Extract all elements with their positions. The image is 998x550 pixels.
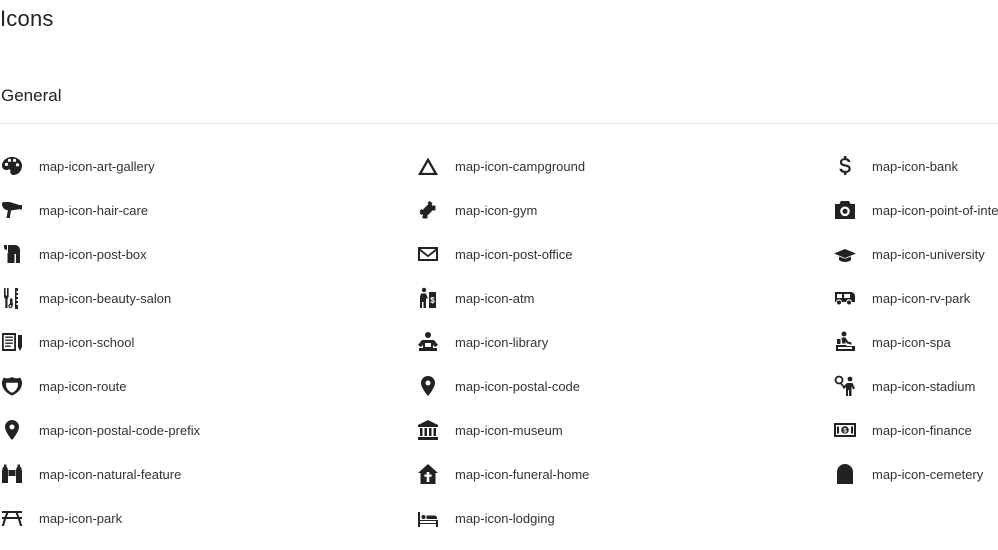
icon-label: map-icon-postal-code — [455, 378, 581, 394]
svg-text:$: $ — [430, 296, 435, 305]
cemetery-icon — [833, 462, 857, 486]
icon-column: map-icon-campground map-icon-gym map-icon-… — [416, 144, 836, 540]
icon-list-item: map-icon-university — [833, 232, 998, 276]
finance-icon: $ — [833, 418, 857, 442]
icon-column: map-icon-bank map-icon-point-of-interest m… — [833, 144, 998, 496]
stadium-icon — [833, 374, 857, 398]
icon-list-item: map-icon-park — [0, 496, 420, 540]
icon-list-item: map-icon-bank — [833, 144, 998, 188]
natural-feature-icon — [0, 462, 24, 486]
icon-list-item: map-icon-stadium — [833, 364, 998, 408]
page-title: Icons — [0, 6, 54, 31]
icon-list-item: $ map-icon-atm — [416, 276, 836, 320]
icon-list-item: map-icon-beauty-salon — [0, 276, 420, 320]
icon-list-item: map-icon-hair-care — [0, 188, 420, 232]
icon-list-item: map-icon-post-box — [0, 232, 420, 276]
library-icon — [416, 330, 440, 354]
icon-label: map-icon-hair-care — [39, 202, 149, 218]
icon-label: map-icon-lodging — [455, 510, 555, 526]
icon-label: map-icon-post-box — [39, 246, 147, 262]
icon-label: map-icon-post-office — [455, 246, 573, 262]
icon-label: map-icon-school — [39, 334, 135, 350]
icon-label: map-icon-library — [455, 334, 549, 350]
svg-text:$: $ — [843, 428, 847, 435]
icon-label: map-icon-route — [39, 378, 127, 394]
art-gallery-icon — [0, 154, 24, 178]
lodging-icon — [416, 506, 440, 530]
bank-icon — [833, 154, 857, 178]
university-icon — [833, 242, 857, 266]
icon-list-item: map-icon-natural-feature — [0, 452, 420, 496]
icon-list-item: map-icon-museum — [416, 408, 836, 452]
icon-list-item: map-icon-post-office — [416, 232, 836, 276]
icon-label: map-icon-natural-feature — [39, 466, 182, 482]
campground-icon — [416, 154, 440, 178]
hair-care-icon — [0, 198, 24, 222]
icons-page: Icons General map-icon-art-gallery map-ic… — [0, 0, 998, 550]
icon-label: map-icon-beauty-salon — [39, 290, 172, 306]
icon-list-item: map-icon-school — [0, 320, 420, 364]
icon-list-item: map-icon-postal-code-prefix — [0, 408, 420, 452]
rv-park-icon — [833, 286, 857, 310]
icon-list-item: map-icon-funeral-home — [416, 452, 836, 496]
section-divider — [0, 123, 998, 124]
museum-icon — [416, 418, 440, 442]
icon-label: map-icon-atm — [455, 290, 535, 306]
beauty-salon-icon — [0, 286, 24, 310]
icon-label: map-icon-cemetery — [872, 466, 984, 482]
postal-code-icon — [416, 374, 440, 398]
icon-label: map-icon-rv-park — [872, 290, 971, 306]
icon-list-item: map-icon-library — [416, 320, 836, 364]
icon-list-item: map-icon-rv-park — [833, 276, 998, 320]
funeral-home-icon — [416, 462, 440, 486]
point-of-interest-icon — [833, 198, 857, 222]
route-icon — [0, 374, 24, 398]
icon-label: map-icon-museum — [455, 422, 563, 438]
post-box-icon — [0, 242, 24, 266]
icon-list-item: map-icon-point-of-interest — [833, 188, 998, 232]
icon-label: map-icon-funeral-home — [455, 466, 590, 482]
icon-label: map-icon-finance — [872, 422, 972, 438]
icon-list-item: map-icon-campground — [416, 144, 836, 188]
park-icon — [0, 506, 24, 530]
icon-label: map-icon-stadium — [872, 378, 976, 394]
icon-label: map-icon-park — [39, 510, 123, 526]
atm-icon: $ — [416, 286, 440, 310]
gym-icon — [416, 198, 440, 222]
icon-label: map-icon-art-gallery — [39, 158, 155, 174]
spa-icon — [833, 330, 857, 354]
icon-label: map-icon-spa — [872, 334, 951, 350]
icon-list-item: map-icon-lodging — [416, 496, 836, 540]
section-heading: General — [1, 86, 62, 105]
post-office-icon — [416, 242, 440, 266]
postal-code-prefix-icon — [0, 418, 24, 442]
icon-label: map-icon-gym — [455, 202, 538, 218]
icon-list-item: map-icon-route — [0, 364, 420, 408]
icon-list-item: $ map-icon-finance — [833, 408, 998, 452]
icon-list-item: map-icon-spa — [833, 320, 998, 364]
icon-list-item: map-icon-cemetery — [833, 452, 998, 496]
icon-label: map-icon-campground — [455, 158, 586, 174]
icon-label: map-icon-point-of-interest — [872, 202, 998, 218]
icon-label: map-icon-bank — [872, 158, 958, 174]
icon-list-item: map-icon-postal-code — [416, 364, 836, 408]
icon-column: map-icon-art-gallery map-icon-hair-care ma… — [0, 144, 420, 540]
icon-list-item: map-icon-gym — [416, 188, 836, 232]
icon-label: map-icon-university — [872, 246, 985, 262]
icon-list-item: map-icon-art-gallery — [0, 144, 420, 188]
icon-label: map-icon-postal-code-prefix — [39, 422, 201, 438]
school-icon — [0, 330, 24, 354]
